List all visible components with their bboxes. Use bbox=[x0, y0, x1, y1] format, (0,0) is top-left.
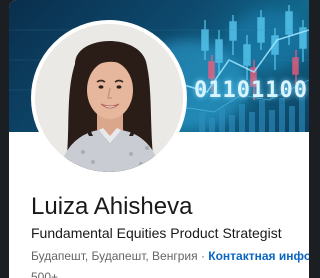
profile-location-line: Будапешт, Будапешт, Венгрия · Контактная… bbox=[31, 249, 309, 263]
separator-dot: · bbox=[197, 249, 209, 263]
profile-card: 01101100 Luiza Ahisheva Fundamental Equi… bbox=[9, 0, 309, 278]
profile-photo[interactable] bbox=[31, 20, 187, 176]
profile-name: Luiza Ahisheva bbox=[31, 193, 193, 220]
profile-headline: Fundamental Equities Product Strategist bbox=[31, 225, 282, 241]
profile-photo-image bbox=[35, 24, 183, 172]
banner-digits: 01101100 bbox=[194, 78, 308, 103]
connections-count: 500+ bbox=[31, 270, 59, 278]
contact-info-link[interactable]: Контактная информация bbox=[208, 249, 309, 263]
profile-location: Будапешт, Будапешт, Венгрия bbox=[31, 249, 198, 263]
